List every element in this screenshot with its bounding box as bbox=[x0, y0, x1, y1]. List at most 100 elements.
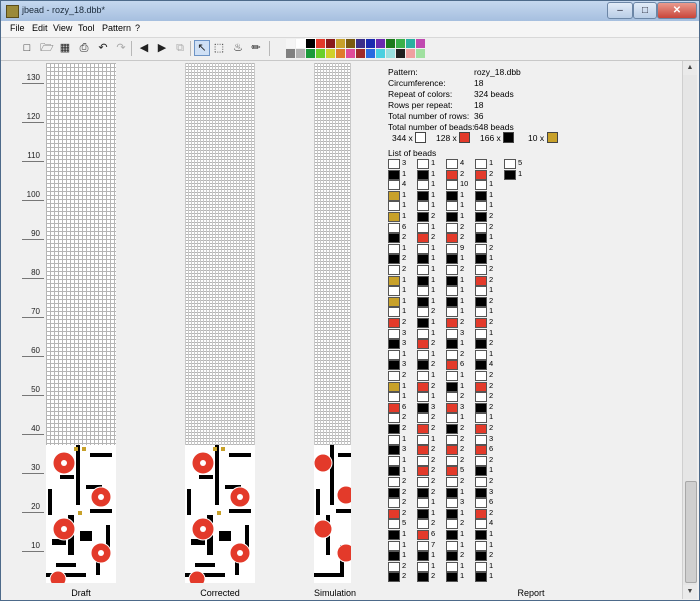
bead-swatch bbox=[417, 201, 429, 212]
bead-count: 10 bbox=[460, 179, 469, 189]
arrow-left-icon[interactable]: ◀ bbox=[136, 40, 152, 56]
bead-swatch bbox=[475, 413, 487, 424]
bead-swatch bbox=[446, 413, 458, 424]
toolbar: □ 🗁 ▦ ⎙ ↶ ↷ ◀ ▶ ⧉ ↖ ⬚ ♨ ✏ bbox=[1, 38, 699, 61]
palette-swatch[interactable] bbox=[296, 49, 305, 58]
palette-swatch[interactable] bbox=[416, 49, 425, 58]
bead-count: 2 bbox=[460, 423, 465, 432]
palette-swatch[interactable] bbox=[396, 39, 405, 48]
bead-swatch bbox=[446, 318, 458, 328]
menu-edit[interactable]: Edit bbox=[32, 23, 48, 33]
palette-swatch[interactable] bbox=[326, 39, 335, 48]
palette-swatch[interactable] bbox=[386, 49, 395, 58]
simulation-panel[interactable]: Simulation bbox=[314, 63, 356, 598]
bead-swatch bbox=[446, 445, 458, 456]
bead-count: 2 bbox=[460, 518, 465, 528]
bead-swatch bbox=[388, 413, 400, 424]
redo-icon[interactable]: ↷ bbox=[113, 40, 129, 56]
bead-swatch bbox=[475, 530, 487, 540]
menu-help[interactable]: ? bbox=[135, 23, 140, 33]
count-black: 166 x bbox=[480, 133, 501, 143]
bead-count: 1 bbox=[402, 242, 407, 252]
vertical-scrollbar[interactable]: ▲ ▼ bbox=[682, 61, 697, 599]
bead-swatch bbox=[446, 349, 458, 360]
bead-swatch bbox=[475, 296, 487, 307]
bead-count: 2 bbox=[431, 380, 436, 390]
palette-swatch[interactable] bbox=[356, 49, 365, 58]
bead-count: 2 bbox=[489, 391, 494, 401]
palette-swatch[interactable] bbox=[346, 49, 355, 58]
palette-swatch[interactable] bbox=[406, 49, 415, 58]
palette-swatch[interactable] bbox=[336, 39, 345, 48]
bead-count: 1 bbox=[402, 539, 407, 549]
maximize-button[interactable]: □ bbox=[633, 2, 657, 19]
scroll-up-icon[interactable]: ▲ bbox=[683, 61, 697, 75]
palette-swatch[interactable] bbox=[356, 39, 365, 48]
bead-swatch bbox=[388, 519, 400, 530]
bead-count: 2 bbox=[402, 476, 407, 485]
bead-swatch bbox=[388, 402, 400, 413]
minimize-button[interactable]: – bbox=[607, 2, 633, 19]
print-icon[interactable]: ⎙ bbox=[76, 40, 92, 56]
bead-count: 2 bbox=[489, 401, 494, 411]
bead-swatch bbox=[446, 392, 458, 403]
draft-panel[interactable]: Draft bbox=[46, 63, 116, 598]
palette-swatch[interactable] bbox=[336, 49, 345, 58]
palette-swatch[interactable] bbox=[326, 49, 335, 58]
palette-swatch[interactable] bbox=[386, 39, 395, 48]
bead-swatch bbox=[417, 243, 429, 254]
corrected-panel[interactable]: Corrected bbox=[185, 63, 255, 598]
palette-swatch[interactable] bbox=[316, 49, 325, 58]
bead-count: 2 bbox=[460, 264, 465, 273]
bead-count: 1 bbox=[460, 253, 465, 263]
bead-swatch bbox=[417, 519, 429, 530]
bead-count: 2 bbox=[402, 232, 407, 242]
bead-swatch bbox=[475, 392, 487, 403]
scroll-down-icon[interactable]: ▼ bbox=[683, 585, 697, 599]
palette-swatch[interactable] bbox=[305, 38, 316, 49]
palette-swatch[interactable] bbox=[376, 39, 385, 48]
menu-tool[interactable]: Tool bbox=[78, 23, 95, 33]
fill-icon[interactable]: ♨ bbox=[230, 40, 246, 56]
palette-swatch[interactable] bbox=[366, 39, 375, 48]
bead-swatch bbox=[475, 434, 487, 445]
bead-count: 2 bbox=[431, 518, 436, 528]
menu-file[interactable]: File bbox=[10, 23, 25, 33]
bead-count: 3 bbox=[402, 327, 407, 337]
bead-swatch bbox=[475, 455, 487, 466]
palette-swatch[interactable] bbox=[316, 39, 325, 48]
palette-swatch[interactable] bbox=[286, 39, 295, 48]
pipette-icon[interactable]: ✏ bbox=[248, 40, 264, 56]
save-icon[interactable]: ▦ bbox=[57, 40, 73, 56]
bead-swatch bbox=[388, 307, 400, 318]
undo-icon[interactable]: ↶ bbox=[95, 40, 111, 56]
open-icon[interactable]: 🗁 bbox=[39, 40, 55, 56]
arrow-right-icon[interactable]: ▶ bbox=[154, 40, 170, 56]
palette-swatch[interactable] bbox=[376, 49, 385, 58]
rect-select-icon[interactable]: ⬚ bbox=[211, 40, 227, 56]
bead-swatch bbox=[388, 243, 400, 254]
new-icon[interactable]: □ bbox=[19, 40, 35, 56]
bead-count: 2 bbox=[402, 507, 407, 517]
ruler-label: 30 bbox=[31, 463, 40, 472]
palette-swatch[interactable] bbox=[396, 49, 405, 58]
menu-view[interactable]: View bbox=[53, 23, 72, 33]
bead-swatch bbox=[446, 477, 458, 487]
bead-swatch bbox=[475, 381, 487, 392]
bead-count: 1 bbox=[402, 550, 407, 560]
palette-swatch[interactable] bbox=[306, 49, 315, 58]
close-button[interactable]: ✕ bbox=[657, 2, 697, 19]
bead-swatch bbox=[388, 360, 400, 371]
palette-swatch[interactable] bbox=[346, 39, 355, 48]
palette-swatch[interactable] bbox=[406, 39, 415, 48]
palette-swatch[interactable] bbox=[366, 49, 375, 58]
pointer-icon[interactable]: ↖ bbox=[194, 40, 210, 56]
palette-swatch[interactable] bbox=[296, 39, 305, 48]
bead-count: 1 bbox=[402, 391, 407, 401]
bead-count: 1 bbox=[489, 253, 494, 263]
palette-swatch[interactable] bbox=[286, 49, 295, 58]
rotate-icon[interactable]: ⧉ bbox=[172, 40, 188, 56]
palette-swatch[interactable] bbox=[416, 39, 425, 48]
scroll-thumb[interactable] bbox=[685, 481, 697, 583]
menu-pattern[interactable]: Pattern bbox=[102, 23, 131, 33]
